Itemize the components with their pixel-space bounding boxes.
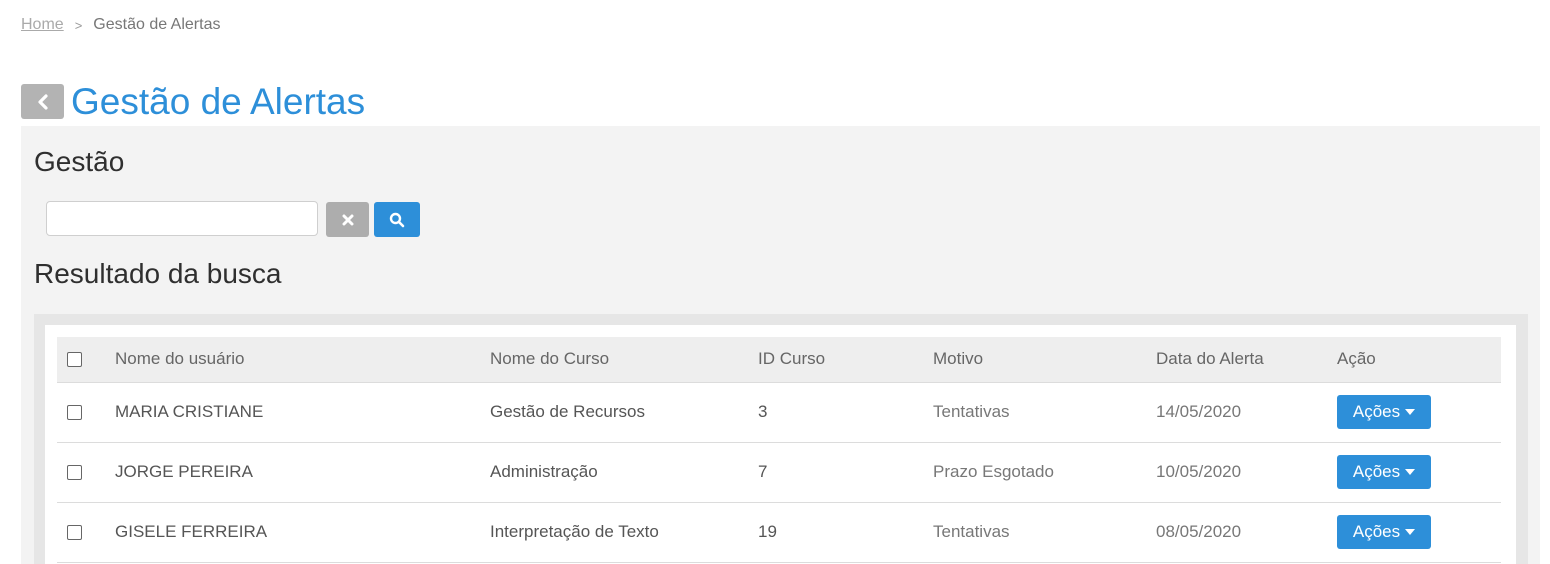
breadcrumb-separator: > [74, 17, 83, 33]
column-header-course-id[interactable]: ID Curso [758, 337, 933, 383]
table-row: JORGE PEREIRA Administração 7 Prazo Esgo… [57, 442, 1501, 503]
cell-reason: Prazo Esgotado [933, 442, 1156, 503]
actions-button-label: Ações [1352, 522, 1401, 541]
cell-course: Gestão de Recursos [490, 382, 758, 443]
search-icon [389, 212, 405, 227]
caret-down-icon [1405, 409, 1416, 415]
alerts-table: Nome do usuário Nome do Curso ID Curso M… [57, 337, 1501, 563]
cell-course-id: 3 [758, 382, 933, 443]
cell-date: 14/05/2020 [1156, 382, 1337, 443]
results-card: Nome do usuário Nome do Curso ID Curso M… [45, 325, 1516, 564]
search-button[interactable] [374, 202, 420, 237]
search-input[interactable] [46, 201, 318, 236]
cell-course: Administração [490, 442, 758, 503]
actions-dropdown-button[interactable]: Ações [1337, 515, 1431, 549]
results-section-title: Resultado da busca [34, 258, 282, 289]
caret-down-icon [1405, 529, 1416, 535]
column-header-user[interactable]: Nome do usuário [115, 337, 490, 383]
actions-dropdown-button[interactable]: Ações [1337, 455, 1431, 489]
cell-user: GISELE FERREIRA [115, 502, 490, 563]
column-header-course[interactable]: Nome do Curso [490, 337, 758, 383]
cell-date: 08/05/2020 [1156, 502, 1337, 563]
clear-search-button[interactable] [326, 202, 369, 237]
column-header-date[interactable]: Data do Alerta [1156, 337, 1337, 383]
row-checkbox[interactable] [67, 525, 82, 541]
breadcrumb-current: Gestão de Alertas [93, 16, 221, 33]
cell-course: Interpretação de Texto [490, 502, 758, 563]
cell-course-id: 19 [758, 502, 933, 563]
cell-course-id: 7 [758, 442, 933, 503]
back-button[interactable] [21, 84, 64, 120]
actions-button-label: Ações [1352, 462, 1401, 481]
table-row: GISELE FERREIRA Interpretação de Texto 1… [57, 502, 1501, 563]
management-panel: Gestão Resultado da busca Nome do usuári… [21, 126, 1540, 564]
column-header-reason[interactable]: Motivo [933, 337, 1156, 383]
results-container: Nome do usuário Nome do Curso ID Curso M… [34, 314, 1528, 564]
cell-user: JORGE PEREIRA [115, 442, 490, 503]
chevron-left-icon [37, 94, 48, 110]
search-section-title: Gestão [34, 146, 125, 177]
cell-reason: Tentativas [933, 382, 1156, 443]
row-checkbox[interactable] [67, 465, 82, 481]
breadcrumb-home-link[interactable]: Home [21, 16, 64, 34]
cell-user: MARIA CRISTIANE [115, 382, 490, 443]
row-checkbox[interactable] [67, 405, 82, 421]
cell-reason: Tentativas [933, 502, 1156, 563]
select-all-checkbox[interactable] [67, 352, 82, 368]
table-row: MARIA CRISTIANE Gestão de Recursos 3 Ten… [57, 382, 1501, 443]
cell-date: 10/05/2020 [1156, 442, 1337, 503]
times-icon [342, 214, 353, 225]
breadcrumb: Home > Gestão de Alertas [21, 16, 220, 34]
column-header-action: Ação [1337, 337, 1501, 383]
actions-button-label: Ações [1352, 402, 1401, 421]
actions-dropdown-button[interactable]: Ações [1337, 395, 1431, 429]
page-title: Gestão de Alertas [71, 80, 366, 122]
caret-down-icon [1405, 469, 1416, 475]
table-header-row: Nome do usuário Nome do Curso ID Curso M… [57, 337, 1501, 383]
